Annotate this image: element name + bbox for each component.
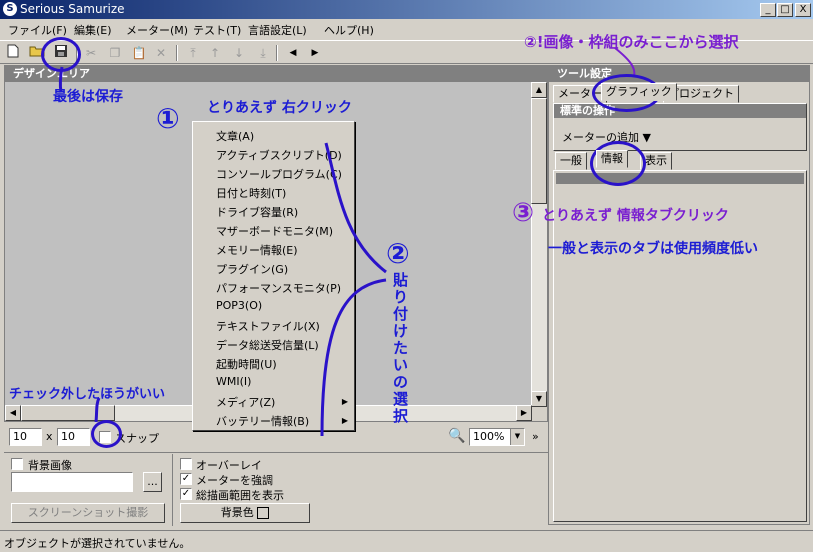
step2-number: ② (386, 237, 410, 270)
step1-text: とりあえず 右クリック (207, 100, 352, 116)
step2-char: 択 (393, 407, 409, 425)
snap-note: チェック外したほうがいい (9, 387, 166, 402)
step3-text: とりあえず 情報タブクリック (542, 208, 729, 224)
step2-char: 貼 (393, 271, 409, 289)
step3-number: ③ (512, 198, 535, 228)
step2-char: い (393, 356, 409, 374)
low-usage-note: 一般と表示のタブは使用頻度低い (548, 241, 758, 257)
step2-char: け (393, 322, 409, 340)
annotation-circle (41, 37, 81, 72)
step2-vertical-text: 貼 り 付 け た い の 選 択 (393, 272, 413, 425)
step1-number: ① (156, 102, 180, 135)
step2-char: 選 (393, 390, 409, 408)
step2-char: 付 (393, 305, 409, 323)
tab-graphic[interactable]: グラフィック (601, 83, 677, 101)
step2b-note: ②!画像・枠組のみここから選択 (524, 33, 739, 51)
save-note: 最後は保存 (53, 89, 123, 105)
step2-char: り (393, 288, 409, 306)
annotation-circle (91, 420, 122, 448)
tab-info[interactable]: 情報 (596, 150, 628, 168)
step2-char: の (393, 373, 409, 391)
step2-char: た (393, 339, 409, 357)
